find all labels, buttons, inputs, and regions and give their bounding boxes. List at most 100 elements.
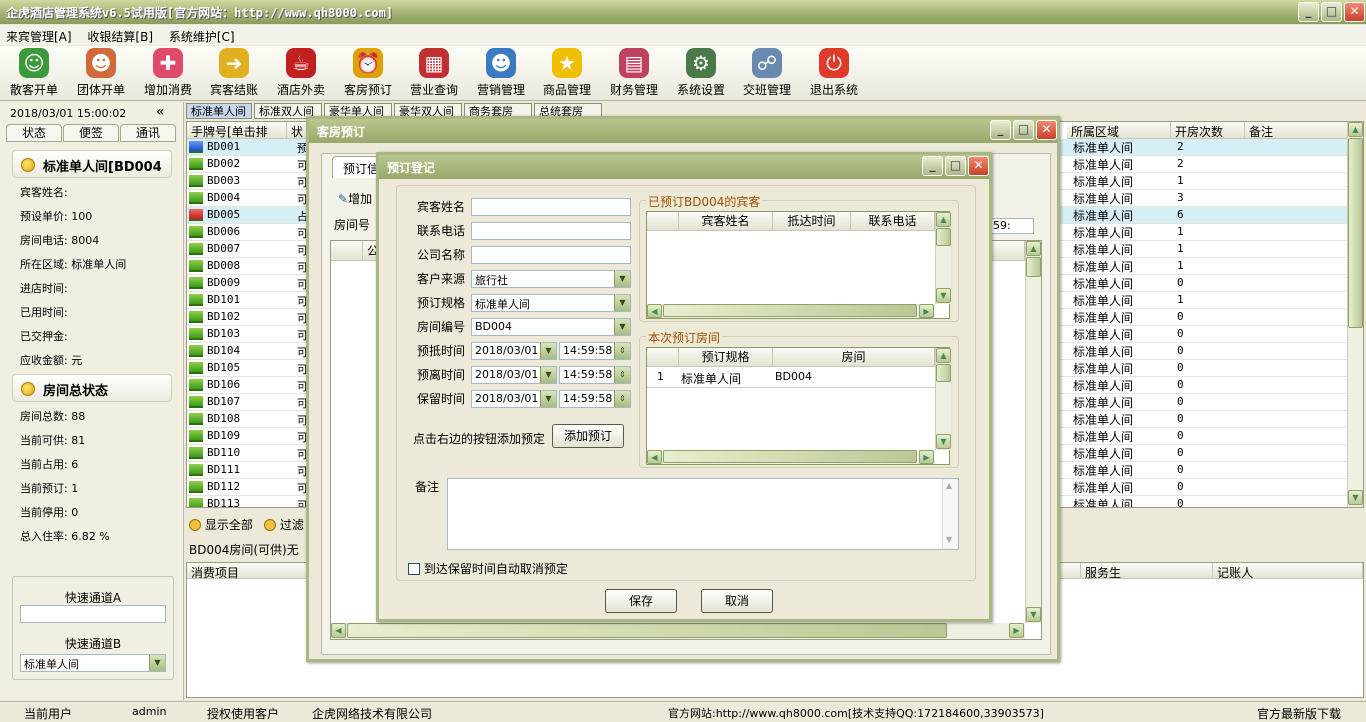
toolbar-button-12[interactable]: ⏻ 退出系统 xyxy=(803,48,865,98)
cell-id: BD008 xyxy=(207,259,241,272)
scroll-thumb[interactable] xyxy=(1348,138,1363,328)
company-input[interactable] xyxy=(471,246,631,264)
status-summary-field: 房间总数: 88 xyxy=(20,410,86,423)
add-booking-button[interactable]: ✎增加 xyxy=(338,190,372,207)
toolbar-button-1[interactable]: ☻ 团体开单 xyxy=(70,48,132,98)
quick-b-select[interactable]: 标准单人间 ▼ xyxy=(20,654,166,672)
download-link[interactable]: 官方最新版下载 xyxy=(1257,705,1341,722)
show-all-option[interactable]: 显示全部 xyxy=(189,516,253,533)
scroll-thumb[interactable] xyxy=(936,364,951,382)
guest-name-input[interactable] xyxy=(471,198,631,216)
reg-minimize-button[interactable]: _ xyxy=(922,156,943,176)
hscroll-thumb[interactable] xyxy=(663,304,917,317)
booking-hscroll[interactable]: ◀ ▶ xyxy=(331,623,1025,639)
cell-area: 标准单人间 xyxy=(1073,294,1134,308)
close-button[interactable]: ✕ xyxy=(1344,2,1365,22)
filter-option[interactable]: 过滤 xyxy=(264,516,304,533)
toolbar-button-10[interactable]: ⚙ 系统设置 xyxy=(670,48,732,98)
add-booking-room-button[interactable]: 添加预订 xyxy=(552,424,624,448)
scroll-up-icon[interactable]: ▲ xyxy=(936,348,951,363)
source-select[interactable]: 旅行社 ▼ xyxy=(471,270,631,288)
spec-select[interactable]: 标准单人间 ▼ xyxy=(471,294,631,312)
scroll-up-icon[interactable]: ▲ xyxy=(1026,241,1041,256)
scroll-down-icon[interactable]: ▼ xyxy=(946,535,952,544)
collapse-icon[interactable]: « xyxy=(156,104,165,120)
booking-minimize-button[interactable]: _ xyxy=(990,120,1011,140)
room-info-title: 标准单人间[BD004 xyxy=(43,160,162,175)
booking-maximize-button[interactable]: □ xyxy=(1013,120,1034,140)
toolbar-button-6[interactable]: ▦ 营业查询 xyxy=(403,48,465,98)
quick-a-input[interactable] xyxy=(20,605,166,623)
scroll-left-icon[interactable]: ◀ xyxy=(647,450,662,464)
toolbar-button-8[interactable]: ★ 商品管理 xyxy=(536,48,598,98)
toolbar-button-5[interactable]: ⏰ 客房预订 xyxy=(337,48,399,98)
scroll-left-icon[interactable]: ◀ xyxy=(331,623,346,638)
cancel-button[interactable]: 取消 xyxy=(701,589,773,613)
leave-date[interactable]: 2018/03/01 ▼ xyxy=(471,366,557,384)
toolbar-button-7[interactable]: ☻ 营销管理 xyxy=(470,48,532,98)
leave-time[interactable]: 14:59:58 ⇕ xyxy=(559,366,631,384)
booked-hscroll[interactable]: ◀ ▶ xyxy=(647,304,935,318)
menu-guest[interactable]: 来宾管理[A] xyxy=(6,30,72,44)
tab-notes[interactable]: 便签 xyxy=(63,124,119,142)
room-select[interactable]: BD004 ▼ xyxy=(471,318,631,336)
maximize-button[interactable]: □ xyxy=(1321,2,1342,22)
scroll-right-icon[interactable]: ▶ xyxy=(919,304,934,318)
cell-count: 0 xyxy=(1177,429,1184,442)
arrive-time[interactable]: 14:59:58 ⇕ xyxy=(559,342,631,360)
booking-scrollbar[interactable]: ▲ ▼ xyxy=(1025,241,1041,623)
grid-scrollbar[interactable]: ▲ ▼ xyxy=(1347,122,1363,507)
auto-cancel-checkbox[interactable]: 到达保留时间自动取消预定 xyxy=(408,560,568,577)
toolbar-label: 增加消费 xyxy=(143,83,192,97)
row-spec: 标准单人间 xyxy=(681,372,742,386)
status-summary-field: 当前可供: 81 xyxy=(20,434,86,447)
booked-vscroll[interactable]: ▲ ▼ xyxy=(935,212,951,304)
col-header-area[interactable]: 所属区域 xyxy=(1067,122,1171,139)
booking-close-button[interactable]: ✕ xyxy=(1036,120,1057,140)
minimize-button[interactable]: _ xyxy=(1298,2,1319,22)
scroll-right-icon[interactable]: ▶ xyxy=(919,450,934,464)
hscroll-thumb[interactable] xyxy=(663,450,917,463)
time-spin[interactable]: 59: xyxy=(990,218,1034,234)
keep-date[interactable]: 2018/03/01 ▼ xyxy=(471,390,557,408)
tab-status[interactable]: 状态 xyxy=(6,124,62,142)
scroll-up-icon[interactable]: ▲ xyxy=(1348,122,1363,137)
current-vscroll[interactable]: ▲ ▼ xyxy=(935,348,951,450)
col-header-count[interactable]: 开房次数 xyxy=(1171,122,1245,139)
toolbar-button-2[interactable]: ✚ 增加消费 xyxy=(137,48,199,98)
scroll-down-icon[interactable]: ▼ xyxy=(936,288,951,303)
tab-contacts[interactable]: 通讯 xyxy=(120,124,176,142)
menu-cashier[interactable]: 收银结算[B] xyxy=(87,30,153,44)
scroll-down-icon[interactable]: ▼ xyxy=(1026,607,1041,622)
remark-scrollbar[interactable]: ▲ ▼ xyxy=(942,479,958,549)
status-summary-field: 当前预订: 1 xyxy=(20,482,79,495)
toolbar-button-9[interactable]: ▤ 财务管理 xyxy=(603,48,665,98)
scroll-down-icon[interactable]: ▼ xyxy=(1348,490,1363,505)
reg-maximize-button[interactable]: □ xyxy=(945,156,966,176)
remark-textarea[interactable]: ▲ ▼ xyxy=(447,478,959,550)
current-hscroll[interactable]: ◀ ▶ xyxy=(647,450,935,464)
toolbar-button-4[interactable]: ☕ 酒店外卖 xyxy=(270,48,332,98)
phone-input[interactable] xyxy=(471,222,631,240)
toolbar-button-0[interactable]: ☺ 散客开单 xyxy=(3,48,65,98)
menu-system[interactable]: 系统维护[C] xyxy=(169,30,235,44)
scroll-right-icon[interactable]: ▶ xyxy=(1009,623,1024,638)
reg-close-button[interactable]: ✕ xyxy=(968,156,989,176)
scroll-up-icon[interactable]: ▲ xyxy=(936,212,951,227)
arrive-date[interactable]: 2018/03/01 ▼ xyxy=(471,342,557,360)
col-header-room[interactable]: 手牌号[单击排序] xyxy=(187,122,287,156)
scroll-thumb[interactable] xyxy=(1026,257,1041,277)
col-header-remark[interactable]: 备注 xyxy=(1245,122,1349,139)
table-row[interactable]: 1 标准单人间 BD004 xyxy=(647,368,935,388)
scroll-left-icon[interactable]: ◀ xyxy=(647,304,662,318)
scroll-down-icon[interactable]: ▼ xyxy=(936,434,951,449)
save-button[interactable]: 保存 xyxy=(605,589,677,613)
toolbar-button-11[interactable]: ☍ 交班管理 xyxy=(736,48,798,98)
scroll-thumb[interactable] xyxy=(936,228,951,246)
keep-time[interactable]: 14:59:58 ⇕ xyxy=(559,390,631,408)
status-summary-header: 房间总状态 xyxy=(12,374,172,402)
toolbar-button-3[interactable]: ➜ 宾客结账 xyxy=(203,48,265,98)
hscroll-thumb[interactable] xyxy=(347,623,947,638)
scroll-up-icon[interactable]: ▲ xyxy=(946,481,952,490)
room-type-tab[interactable]: 标准单人间 xyxy=(186,103,252,119)
